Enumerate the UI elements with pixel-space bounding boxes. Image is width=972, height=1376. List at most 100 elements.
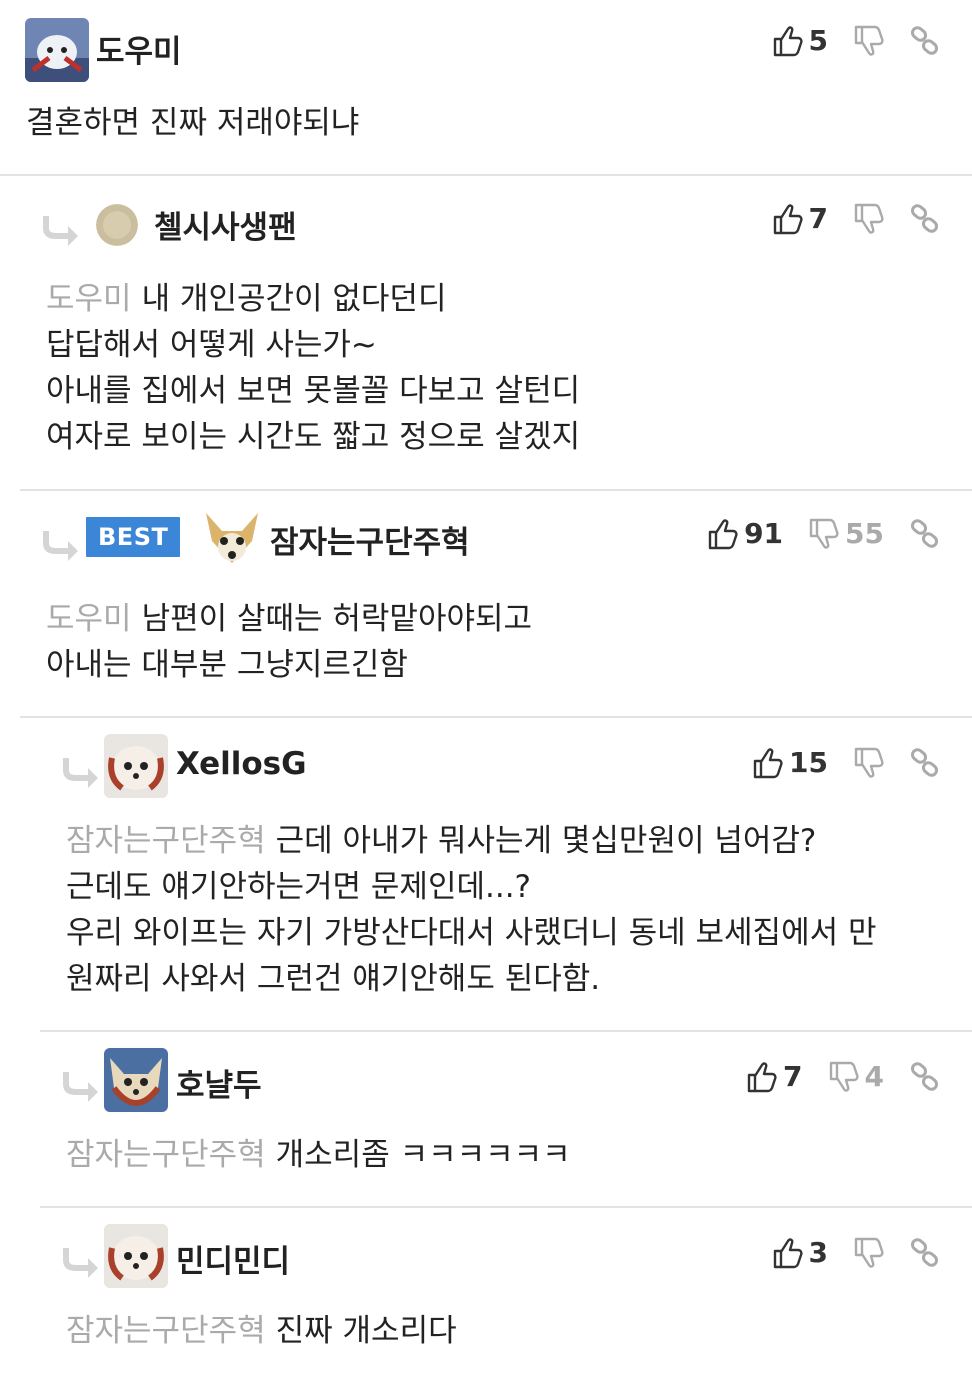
- dislike-button[interactable]: [854, 747, 884, 779]
- author-name[interactable]: 잠자는구단주혁: [270, 517, 470, 562]
- comment-text: 근데 아내가 뭐사는게 몇십만원이 넘어감?: [275, 823, 817, 859]
- comment-line: 잠자는구단주혁 개소리좀 ㅋㅋㅋㅋㅋㅋ: [66, 1132, 571, 1178]
- reply-arrow-icon: [63, 1248, 98, 1278]
- author-name[interactable]: 호냘두: [176, 1060, 262, 1105]
- link-button[interactable]: [910, 203, 940, 234]
- comment-line: 도우미 내 개인공간이 없다던디: [46, 276, 580, 322]
- comment-line: 근데도 얘기안하는거면 문제인데...?: [66, 869, 532, 905]
- thumbs-down-icon: [854, 203, 884, 234]
- avatar-image: [25, 18, 89, 82]
- comment-line: 결혼하면 진짜 저래야되냐: [26, 105, 360, 141]
- reply-arrow-icon: [63, 758, 98, 788]
- link-button[interactable]: [910, 1061, 940, 1092]
- avatar-image: [104, 1048, 168, 1112]
- comment-text: 진짜 개소리다: [275, 1313, 457, 1349]
- like-button[interactable]: 15: [753, 746, 828, 779]
- comment-reply: 민디민디 3 잠자는구단주혁 진짜 개소리다: [40, 1208, 972, 1376]
- comment-reply: 첼시사생팬 7 도우미 내 개인공간이 없다던디 답답해서 어떻게 사는가~ 아내…: [20, 176, 972, 490]
- author-name[interactable]: 도우미: [96, 26, 182, 71]
- link-icon: [910, 203, 939, 233]
- mention[interactable]: 잠자는구단주혁: [66, 823, 266, 859]
- like-count: 91: [744, 517, 784, 550]
- thumbs-down-icon: [854, 747, 884, 778]
- thumbs-up-icon: [747, 1061, 777, 1092]
- dislike-button[interactable]: 55: [809, 517, 884, 550]
- mention[interactable]: 도우미: [46, 601, 132, 637]
- link-icon: [910, 518, 939, 548]
- comment: 도우미 5 결혼하면 진짜 저래야되냐: [0, 0, 972, 175]
- reply-arrow-icon: [43, 216, 78, 246]
- mention[interactable]: 잠자는구단주혁: [66, 1313, 266, 1349]
- link-button[interactable]: [910, 747, 940, 778]
- comment-text: 내 개인공간이 없다던디: [141, 281, 447, 317]
- comment-actions: 15: [727, 746, 940, 779]
- avatar[interactable]: [104, 1224, 168, 1288]
- reply-arrow-icon: [43, 531, 78, 561]
- avatar-image: [96, 204, 138, 246]
- avatar[interactable]: [104, 1048, 168, 1112]
- like-button[interactable]: 3: [773, 1236, 828, 1269]
- avatar[interactable]: [96, 204, 138, 246]
- link-button[interactable]: [910, 518, 940, 549]
- link-icon: [910, 747, 939, 777]
- comment-line: 잠자는구단주혁 진짜 개소리다: [66, 1308, 457, 1354]
- avatar-image: [200, 507, 264, 571]
- thumbs-up-icon: [753, 747, 783, 778]
- like-button[interactable]: 91: [708, 517, 783, 550]
- comment-actions: 7 4: [721, 1060, 940, 1093]
- comment-body: 도우미 남편이 살때는 허락맡아야되고 아내는 대부분 그냥지르긴함: [46, 596, 532, 688]
- like-count: 7: [808, 202, 828, 235]
- like-button[interactable]: 5: [773, 24, 828, 57]
- link-button[interactable]: [910, 1237, 940, 1268]
- avatar[interactable]: [25, 18, 89, 82]
- like-button[interactable]: 7: [773, 202, 828, 235]
- dislike-button[interactable]: [854, 1237, 884, 1269]
- avatar[interactable]: [200, 507, 264, 571]
- thumbs-down-icon: [854, 1237, 884, 1268]
- comment-line: 원짜리 사와서 그런건 얘기안해도 된다함.: [66, 961, 601, 997]
- reply-arrow-icon: [63, 1072, 98, 1102]
- author-name[interactable]: 첼시사생팬: [154, 202, 297, 247]
- comment-actions: 91 55: [682, 517, 940, 550]
- comment-line: 아내를 집에서 보면 못볼꼴 다보고 살턴디: [46, 373, 581, 409]
- thumbs-down-icon: [809, 518, 839, 549]
- link-icon: [910, 1237, 939, 1267]
- comment-line: 우리 와이프는 자기 가방산다대서 사랬더니 동네 보세집에서 만: [66, 915, 877, 951]
- avatar[interactable]: [104, 734, 168, 798]
- dislike-count: 4: [864, 1060, 884, 1093]
- thumbs-up-icon: [708, 518, 738, 549]
- best-badge: BEST: [86, 517, 181, 557]
- dislike-button[interactable]: [854, 203, 884, 235]
- comment-line: 여자로 보이는 시간도 짧고 정으로 살겠지: [46, 419, 581, 455]
- author-name[interactable]: 민디민디: [176, 1236, 290, 1281]
- link-icon: [910, 25, 939, 55]
- comment-actions: 7: [747, 202, 940, 235]
- dislike-button[interactable]: 4: [829, 1060, 884, 1093]
- comment-reply-best: BEST 잠자는구단주혁 91 55 도우미 남편이 살때는 허락맡아야되고 아내…: [20, 491, 972, 717]
- like-count: 3: [808, 1236, 828, 1269]
- like-button[interactable]: 7: [747, 1060, 803, 1093]
- comment-body: 잠자는구단주혁 근데 아내가 뭐사는게 몇십만원이 넘어감? 근데도 얘기안하는거…: [66, 818, 877, 1002]
- mention[interactable]: 도우미: [46, 281, 132, 317]
- comment-body: 도우미 내 개인공간이 없다던디 답답해서 어떻게 사는가~ 아내를 집에서 보면…: [46, 276, 580, 460]
- comment-body: 결혼하면 진짜 저래야되냐: [26, 100, 359, 146]
- avatar-image: [104, 734, 168, 798]
- thumbs-up-icon: [773, 1237, 803, 1268]
- comment-text: 개소리좀 ㅋㅋㅋㅋㅋㅋ: [275, 1137, 571, 1173]
- link-icon: [910, 1061, 939, 1091]
- mention[interactable]: 잠자는구단주혁: [66, 1137, 266, 1173]
- comment-body: 잠자는구단주혁 진짜 개소리다: [66, 1308, 457, 1354]
- dislike-count: 55: [845, 517, 884, 550]
- comment-actions: 3: [747, 1236, 940, 1269]
- comment-line: 잠자는구단주혁 근데 아내가 뭐사는게 몇십만원이 넘어감?: [66, 818, 877, 864]
- comment-reply: 호냘두 7 4 잠자는구단주혁 개소리좀 ㅋㅋㅋㅋㅋㅋ: [40, 1032, 972, 1206]
- comment-line: 아내는 대부분 그냥지르긴함: [46, 647, 408, 683]
- dislike-button[interactable]: [854, 25, 884, 57]
- thumbs-up-icon: [773, 203, 803, 234]
- link-button[interactable]: [910, 25, 940, 56]
- author-name[interactable]: XellosG: [176, 746, 307, 782]
- avatar-image: [104, 1224, 168, 1288]
- comment-line: 답답해서 어떻게 사는가~: [46, 327, 377, 363]
- comment-reply: XellosG 15 잠자는구단주혁 근데 아내가 뭐사는게 몇십만원이 넘어감?…: [40, 718, 972, 1031]
- comment-line: 도우미 남편이 살때는 허락맡아야되고: [46, 596, 532, 642]
